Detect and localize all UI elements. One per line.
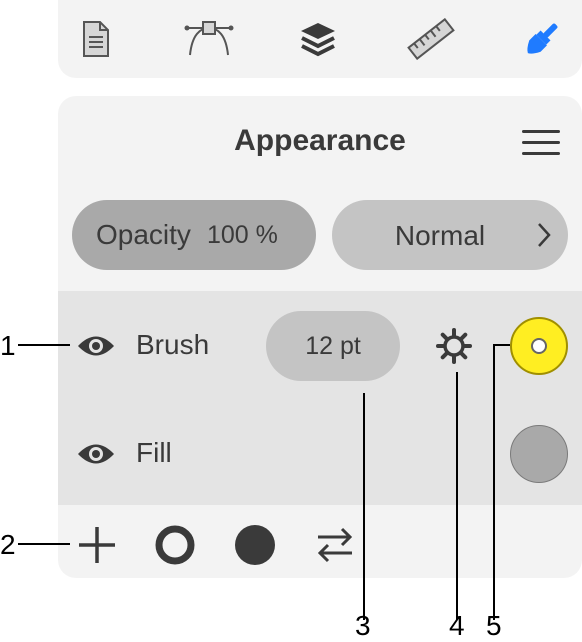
opacity-control[interactable]: Opacity 100 %: [72, 200, 316, 270]
layer-name: Fill: [136, 437, 172, 468]
swap-arrows-icon[interactable]: [314, 524, 356, 566]
callout-number: 2: [0, 529, 16, 560]
fill-color-swatch[interactable]: [510, 425, 568, 483]
opacity-value: 100 %: [206, 220, 278, 249]
layers-icon: [301, 23, 335, 57]
callout-number: 1: [0, 330, 16, 361]
callout-line: [493, 344, 495, 620]
callout-line: [363, 393, 365, 620]
layers-tool-button[interactable]: [298, 18, 338, 60]
add-icon[interactable]: [76, 524, 118, 566]
ruler-tool-button[interactable]: [406, 18, 456, 60]
brush-color-swatch[interactable]: [510, 317, 568, 375]
layer-name: Brush: [136, 329, 210, 360]
opacity-label: Opacity: [96, 219, 191, 250]
brush-size-button[interactable]: 12 pt: [266, 311, 400, 381]
blend-mode-label: Normal: [394, 220, 486, 251]
layer-row-fill[interactable]: Fill: [58, 399, 582, 499]
panel-title: Appearance: [234, 124, 406, 157]
bezier-pen-icon: [184, 21, 234, 56]
stroke-indicator: [531, 338, 547, 354]
eye-icon[interactable]: [76, 331, 116, 361]
chevron-right-icon: [538, 223, 551, 247]
add-stroke-icon[interactable]: [154, 524, 196, 566]
brush-icon: [527, 23, 558, 54]
callout-line: [493, 344, 510, 346]
callout-line: [18, 344, 70, 346]
menu-button[interactable]: [522, 130, 560, 160]
callout-number: 5: [486, 610, 502, 641]
callout-number: 4: [449, 610, 465, 641]
ruler-icon: [407, 18, 455, 60]
gear-icon[interactable]: [436, 328, 472, 364]
brush-tool-button[interactable]: [522, 18, 562, 60]
bezier-tool-button[interactable]: [184, 18, 234, 60]
callout-number: 3: [355, 610, 371, 641]
eye-icon[interactable]: [76, 439, 116, 469]
hamburger-icon: [522, 130, 560, 133]
callout-line: [18, 543, 70, 545]
document-icon: [83, 21, 109, 57]
document-tool-button[interactable]: [76, 18, 116, 60]
blend-mode-button[interactable]: Normal: [332, 200, 568, 270]
layer-row-brush[interactable]: Brush 12 pt: [58, 291, 582, 391]
appearance-panel: Appearance Opacity 100 % Normal Brush 12…: [58, 96, 582, 578]
callout-line: [456, 372, 458, 620]
layers-list: Brush 12 pt Fill: [58, 291, 582, 505]
add-fill-icon[interactable]: [234, 524, 276, 566]
top-toolbar: [58, 0, 582, 78]
